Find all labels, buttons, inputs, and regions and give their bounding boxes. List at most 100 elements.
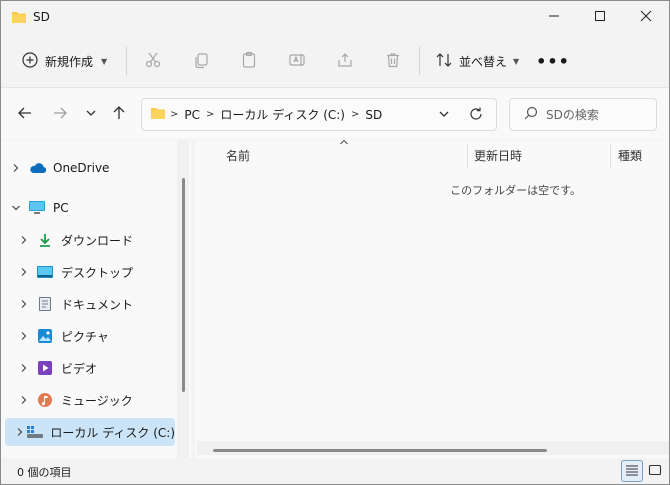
chevron-down-icon[interactable] [5, 203, 27, 213]
breadcrumb-pc[interactable]: PC [184, 108, 200, 122]
sidebar-item-label: ビデオ [61, 361, 98, 376]
search-input[interactable] [546, 107, 646, 122]
add-circle-icon [21, 51, 39, 72]
details-view-icon [625, 464, 639, 479]
chevron-right-icon[interactable] [13, 299, 35, 309]
breadcrumb-sd[interactable]: SD [365, 108, 382, 122]
more-options-button[interactable]: ••• [536, 49, 569, 73]
chevron-right-icon[interactable] [5, 163, 27, 173]
details-view-button[interactable] [621, 460, 643, 482]
chevron-right-icon[interactable] [13, 331, 35, 341]
folder-icon [11, 10, 27, 27]
chevron-right-icon[interactable] [13, 267, 35, 277]
sidebar-item-music[interactable]: ミュージック [5, 386, 175, 414]
onedrive-icon [27, 162, 47, 174]
navigation-pane: OneDrive PC ダウンロード デスクトップ ドキュメント ピクチャ ビデ… [1, 140, 191, 458]
forward-button[interactable] [48, 102, 72, 126]
column-header-type[interactable]: 種類 [618, 140, 642, 170]
column-divider[interactable] [610, 144, 611, 168]
chevron-right-icon[interactable] [13, 235, 35, 245]
new-button-label: 新規作成 [45, 54, 94, 69]
address-history-chevron-icon[interactable] [438, 108, 450, 123]
drive-icon [26, 425, 44, 439]
close-icon [640, 10, 652, 25]
folder-icon [150, 106, 166, 123]
sidebar-item-label: PC [53, 201, 69, 215]
sidebar-item-desktop[interactable]: デスクトップ [5, 258, 175, 286]
recent-locations-button[interactable] [79, 102, 103, 126]
sidebar-item-label: ピクチャ [61, 329, 109, 344]
window-title: SD [33, 10, 50, 24]
sidebar-item-pc[interactable]: PC [5, 194, 175, 222]
rename-icon [288, 51, 306, 72]
sort-ascending-icon [339, 138, 349, 149]
delete-button[interactable] [381, 49, 405, 73]
sort-button[interactable]: 並べ替え ▼ [431, 47, 523, 75]
horizontal-scrollbar[interactable] [197, 441, 669, 455]
paste-button[interactable] [237, 49, 261, 73]
column-header-name[interactable]: 名前 [226, 140, 250, 170]
sidebar-item-downloads[interactable]: ダウンロード [5, 226, 175, 254]
cut-icon [144, 51, 162, 72]
pc-icon [27, 200, 47, 216]
sidebar-item-label: ドキュメント [61, 297, 134, 312]
column-header-date-modified[interactable]: 更新日時 [474, 140, 522, 170]
item-count: 0 個の項目 [17, 466, 72, 479]
minimize-icon [548, 10, 560, 25]
search-icon [524, 106, 538, 123]
rename-button[interactable] [285, 49, 309, 73]
copy-button[interactable] [189, 49, 213, 73]
sidebar-item-label: デスクトップ [61, 265, 134, 280]
large-icons-view-button[interactable] [644, 460, 666, 482]
delete-icon [384, 51, 402, 72]
chevron-down-icon: ▼ [513, 56, 520, 66]
toolbar-divider [126, 47, 127, 75]
share-icon [336, 51, 354, 72]
arrow-up-icon [111, 105, 127, 124]
status-bar: 0 個の項目 [1, 458, 669, 484]
maximize-icon [594, 10, 606, 25]
close-button[interactable] [623, 1, 669, 33]
share-button[interactable] [333, 49, 357, 73]
chevron-down-icon: ▼ [101, 56, 108, 66]
sidebar-item-videos[interactable]: ビデオ [5, 354, 175, 382]
navigation-bar: > PC > ローカル ディスク (C:) > SD [1, 87, 669, 139]
horizontal-scrollbar-thumb[interactable] [213, 449, 547, 452]
paste-icon [240, 51, 258, 72]
empty-folder-message: このフォルダーは空です。 [450, 184, 581, 197]
documents-icon [35, 296, 55, 312]
command-bar: 新規作成 ▼ 並べ替え ▼ ••• [1, 35, 669, 87]
address-bar[interactable]: > PC > ローカル ディスク (C:) > SD [141, 98, 497, 131]
search-box[interactable] [509, 98, 657, 131]
toolbar-divider [419, 47, 420, 75]
cut-button[interactable] [141, 49, 165, 73]
sidebar-item-label: ダウンロード [61, 233, 134, 248]
sidebar-scrollbar-thumb[interactable] [182, 178, 185, 392]
file-explorer-window: SD 新規作成 ▼ 並べ替え ▼ ••• > PC > ローカル ディスク (C… [0, 0, 670, 485]
chevron-right-icon[interactable] [13, 363, 35, 373]
back-button[interactable] [13, 102, 37, 126]
breadcrumb-separator-icon: > [170, 109, 179, 120]
chevron-right-icon[interactable] [13, 427, 26, 437]
chevron-right-icon[interactable] [13, 395, 35, 405]
breadcrumb-local-disk[interactable]: ローカル ディスク (C:) [220, 106, 345, 123]
minimize-button[interactable] [531, 1, 577, 33]
sidebar-item-onedrive[interactable]: OneDrive [5, 154, 175, 182]
breadcrumb-separator-icon: > [206, 109, 215, 120]
chevron-down-icon [85, 107, 97, 122]
sidebar-item-local-disk[interactable]: ローカル ディスク (C:) [5, 418, 175, 446]
column-divider[interactable] [467, 144, 468, 168]
tiles-view-icon [648, 464, 662, 479]
refresh-icon[interactable] [468, 106, 484, 125]
new-button[interactable]: 新規作成 ▼ [15, 47, 113, 75]
copy-icon [192, 51, 210, 72]
download-icon [35, 232, 55, 248]
maximize-button[interactable] [577, 1, 623, 33]
sidebar-item-pictures[interactable]: ピクチャ [5, 322, 175, 350]
breadcrumb-separator-icon: > [350, 109, 360, 120]
music-icon [35, 392, 55, 408]
pictures-icon [35, 328, 55, 344]
up-button[interactable] [107, 102, 131, 126]
desktop-icon [35, 265, 55, 279]
sidebar-item-documents[interactable]: ドキュメント [5, 290, 175, 318]
